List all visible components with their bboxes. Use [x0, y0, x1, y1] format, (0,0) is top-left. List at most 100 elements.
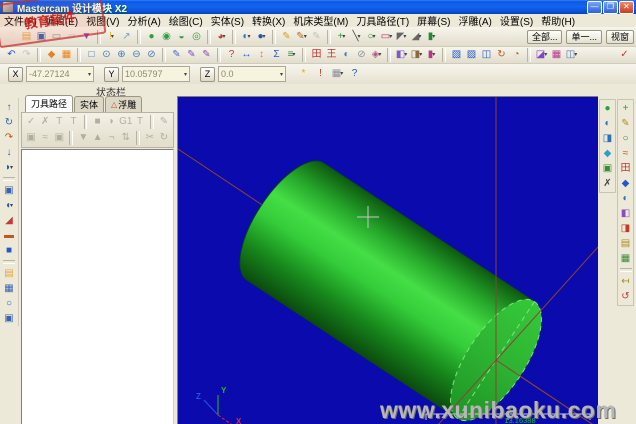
window-select-dd-icon[interactable]: ◫▾: [564, 48, 579, 62]
zoom-target-icon[interactable]: ⊙: [99, 48, 114, 62]
y-axis-chip[interactable]: Y: [104, 67, 119, 82]
zoom-out-icon[interactable]: ⊘: [144, 48, 159, 62]
planes-icon[interactable]: ●▾: [254, 30, 269, 44]
create-point-dd-icon[interactable]: +▾: [334, 30, 349, 44]
dynamic-pan-icon[interactable]: ✎: [184, 48, 199, 62]
clipboard-image-icon[interactable]: ▦▾: [330, 67, 345, 81]
rp-plane-view-icon[interactable]: ▣: [600, 161, 615, 176]
blank-icon-dropdown[interactable]: ▾: [378, 48, 381, 62]
single-button[interactable]: 单一...: [566, 30, 602, 44]
screen-up-icon[interactable]: ↑: [2, 100, 17, 115]
create-arc-dd-icon[interactable]: ○▾: [364, 30, 379, 44]
solid-tool-dd-icon-dropdown[interactable]: ▾: [432, 48, 435, 62]
maximize-button[interactable]: ❐: [603, 1, 618, 14]
rp-clear-colors-icon[interactable]: ↺: [618, 289, 633, 304]
prompt-icon[interactable]: !: [313, 67, 328, 81]
solid-blue-icon-dropdown[interactable]: ▾: [10, 161, 13, 175]
menu-screen[interactable]: 屏幕(S): [413, 13, 454, 28]
cube-blue-icon[interactable]: ■: [2, 243, 17, 258]
rp-create-rect-icon[interactable]: 田: [618, 161, 633, 176]
menu-solids[interactable]: 实体(S): [207, 13, 248, 28]
sketch-multi-icon[interactable]: ✎▾: [294, 30, 309, 44]
window-button[interactable]: 视窗: [606, 30, 634, 44]
menu-toolpaths[interactable]: 刀具路径(T): [352, 13, 413, 28]
undo-icon[interactable]: ↶: [4, 48, 19, 62]
dynamic-rotate-icon[interactable]: ✎: [169, 48, 184, 62]
planes-icon-dropdown[interactable]: ▾: [263, 30, 266, 44]
minimize-button[interactable]: —: [587, 1, 602, 14]
solids-dd-icon[interactable]: ▮▾: [424, 30, 439, 44]
create-arc-dd-icon-dropdown[interactable]: ▾: [373, 30, 376, 44]
rotate-view-icon[interactable]: ↻: [2, 115, 17, 130]
rp-globe-view-icon[interactable]: ◐: [600, 116, 615, 131]
validate-icon[interactable]: ✓: [617, 48, 632, 62]
wedge-red-icon[interactable]: ◢: [2, 213, 17, 228]
menu-machine-type[interactable]: 机床类型(M): [289, 13, 352, 28]
shade-off-icon[interactable]: ●: [144, 30, 159, 44]
menu-xform[interactable]: 转换(X): [248, 13, 289, 28]
gview-globe-icon-dropdown[interactable]: ▾: [248, 30, 251, 44]
tab-art[interactable]: △浮雕: [105, 96, 142, 112]
gview-globe-icon[interactable]: ◐▾: [239, 30, 254, 44]
create-line-dd-icon[interactable]: ╲▾: [349, 30, 364, 44]
arrow-down-icon[interactable]: ↓: [2, 145, 17, 160]
dynamic-spin-icon[interactable]: ✎: [199, 48, 214, 62]
z-axis-chip[interactable]: Z: [200, 67, 215, 82]
grid-strip-icon[interactable]: ▦: [2, 281, 17, 296]
material-icon[interactable]: ◕▾: [214, 30, 229, 44]
grid-icon[interactable]: 田: [309, 48, 324, 62]
solid-wedge-icon-dropdown[interactable]: ▾: [10, 199, 13, 213]
analyze-more-icon-dropdown[interactable]: ▾: [292, 48, 295, 62]
fillet-dd-icon[interactable]: ◤▾: [394, 30, 409, 44]
cylinder-solid[interactable]: [223, 147, 559, 424]
analyze-dynamic-icon[interactable]: ↕: [254, 48, 269, 62]
layers-strip-icon[interactable]: ▬: [2, 228, 17, 243]
xform-mirror-icon[interactable]: ◫: [479, 48, 494, 62]
menu-art[interactable]: 浮雕(A): [455, 13, 496, 28]
x-coordinate-dropdown[interactable]: ▾: [88, 71, 91, 78]
rp-create-line-icon[interactable]: ✎: [618, 116, 633, 131]
create-rect-dd-icon[interactable]: ▭▾: [379, 30, 394, 44]
x-coordinate-input[interactable]: [27, 69, 86, 79]
operations-tree[interactable]: [21, 149, 174, 424]
z-coordinate-input[interactable]: [219, 69, 278, 79]
mru-dd-icon[interactable]: ◪▾: [534, 48, 549, 62]
shade-on-icon[interactable]: ◉: [159, 30, 174, 44]
magnify-strip-icon[interactable]: ○: [2, 296, 17, 311]
shading-dd-icon[interactable]: ◧▾: [394, 48, 409, 62]
sketch-multi-icon-dropdown[interactable]: ▾: [304, 30, 307, 44]
tab-solids[interactable]: 实体: [74, 96, 104, 112]
rp-level-colors-icon[interactable]: ▦: [618, 251, 633, 266]
xform-scale-icon[interactable]: ◔: [509, 48, 524, 62]
solids-dd-icon-dropdown[interactable]: ▾: [432, 30, 435, 44]
bulb-icon-dropdown[interactable]: ▾: [111, 30, 114, 44]
curve-mru-icon[interactable]: ↷: [2, 130, 17, 145]
xform-translate-icon[interactable]: ▧: [449, 48, 464, 62]
z-coordinate-dropdown[interactable]: ▾: [280, 71, 283, 78]
fillet-dd-icon-dropdown[interactable]: ▾: [403, 30, 406, 44]
menu-create[interactable]: 绘图(C): [165, 13, 207, 28]
rp-create-point-icon[interactable]: +: [618, 101, 633, 116]
folder-strip-icon[interactable]: ▤: [2, 266, 17, 281]
rp-axes-icon[interactable]: ✗: [600, 176, 615, 191]
analyze-distance-icon[interactable]: ↔: [239, 48, 254, 62]
chamfer-dd-icon[interactable]: ◢▾: [409, 30, 424, 44]
menu-analyze[interactable]: 分析(A): [123, 13, 164, 28]
create-line-dd-icon-dropdown[interactable]: ▾: [358, 30, 361, 44]
menu-help[interactable]: 帮助(H): [537, 13, 579, 28]
rp-attr-icon[interactable]: ◨: [618, 221, 633, 236]
blank-icon[interactable]: ◈▾: [369, 48, 384, 62]
sketch-icon[interactable]: ✎: [279, 30, 294, 44]
rp-diamond-view-icon[interactable]: ◆: [600, 146, 615, 161]
solid-wedge-icon[interactable]: ◖▾: [2, 198, 17, 213]
quadrant-icon[interactable]: ▦: [549, 48, 564, 62]
boxed-view-icon[interactable]: ▣: [2, 183, 17, 198]
x-axis-chip[interactable]: X: [8, 67, 23, 82]
help-icon[interactable]: ?: [347, 67, 362, 81]
rp-shade-sphere-icon[interactable]: ●: [600, 101, 615, 116]
chamfer-dd-icon-dropdown[interactable]: ▾: [418, 30, 421, 44]
zoom-window-icon[interactable]: □: [84, 48, 99, 62]
xform-rotate-icon[interactable]: ↻: [494, 48, 509, 62]
mru-dd-icon-dropdown[interactable]: ▾: [544, 48, 547, 62]
rp-wcs-globe-icon[interactable]: ◐: [618, 191, 633, 206]
